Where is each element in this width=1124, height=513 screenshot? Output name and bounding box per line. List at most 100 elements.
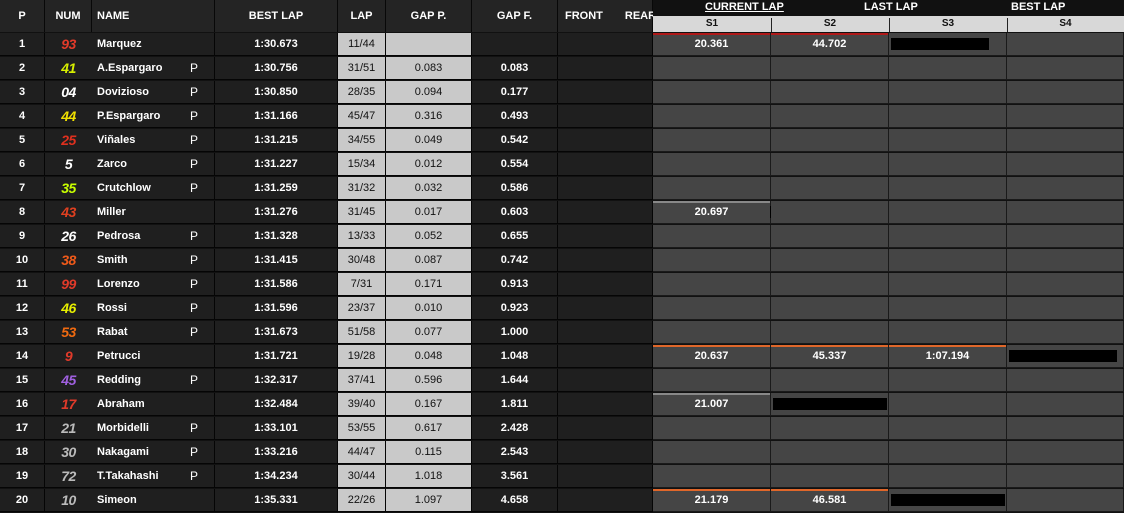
pit-indicator: P	[190, 177, 215, 200]
rider-name-cell[interactable]: Nakagami	[92, 441, 190, 464]
pit-indicator: P	[190, 105, 215, 128]
tyre-cell	[558, 177, 653, 200]
sector-4-cell	[1007, 489, 1124, 512]
header-name: NAME	[92, 0, 215, 32]
sector-3-cell	[889, 273, 1007, 296]
rider-name-cell[interactable]: Simeon	[92, 489, 190, 512]
rider-name-cell[interactable]: Abraham	[92, 393, 190, 416]
rider-name-cell[interactable]: Crutchlow	[92, 177, 190, 200]
table-row[interactable]: 9 26 Pedrosa P 1:31.328 13/33 0.052 0.655	[0, 225, 1124, 249]
lap-count-cell: 34/55	[338, 129, 386, 152]
sector-3-cell	[889, 393, 1007, 416]
tyre-cell	[558, 393, 653, 416]
lap-count-cell: 15/34	[338, 153, 386, 176]
table-row[interactable]: 17 21 Morbidelli P 1:33.101 53/55 0.617 2.428	[0, 417, 1124, 441]
table-row[interactable]: 18 30 Nakagami P 1:33.216 44/47 0.115 2.543	[0, 441, 1124, 465]
table-row[interactable]: 1 93 Marquez 1:30.673 11/44 20.361 44.702	[0, 33, 1124, 57]
sector-progress-line	[653, 393, 770, 395]
pit-indicator: P	[190, 465, 215, 488]
rider-name-cell[interactable]: Smith	[92, 249, 190, 272]
table-row[interactable]: 12 46 Rossi P 1:31.596 23/37 0.010 0.923	[0, 297, 1124, 321]
pit-indicator	[190, 33, 215, 56]
position-cell: 15	[0, 369, 45, 392]
position-cell: 10	[0, 249, 45, 272]
gap-first-cell: 1.048	[472, 345, 558, 368]
table-row[interactable]: 10 38 Smith P 1:31.415 30/48 0.087 0.742	[0, 249, 1124, 273]
rider-number-badge: 38	[45, 249, 92, 272]
rider-name-cell[interactable]: Morbidelli	[92, 417, 190, 440]
lap-count-cell: 7/31	[338, 273, 386, 296]
table-row[interactable]: 6 5 Zarco P 1:31.227 15/34 0.012 0.554	[0, 153, 1124, 177]
tyre-cell	[558, 297, 653, 320]
tab-best-lap[interactable]: BEST LAP	[1011, 1, 1065, 13]
table-row[interactable]: 15 45 Redding P 1:32.317 37/41 0.596 1.644	[0, 369, 1124, 393]
table-row[interactable]: 14 9 Petrucci 1:31.721 19/28 0.048 1.048 20.637…	[0, 345, 1124, 369]
header-rear: REAR	[624, 10, 657, 22]
rider-name-cell[interactable]: Rabat	[92, 321, 190, 344]
sector-2-cell	[771, 129, 889, 152]
rider-name-cell[interactable]: Rossi	[92, 297, 190, 320]
tyre-cell	[558, 57, 653, 80]
sector-4-cell	[1007, 297, 1124, 320]
pit-indicator: P	[190, 129, 215, 152]
table-row[interactable]: 7 35 Crutchlow P 1:31.259 31/32 0.032 0.586	[0, 177, 1124, 201]
position-cell: 11	[0, 273, 45, 296]
sector-progress-line	[653, 201, 770, 203]
tab-current-lap[interactable]: CURRENT LAP	[705, 1, 784, 13]
gap-first-cell: 0.177	[472, 81, 558, 104]
sector-progress-line	[771, 345, 888, 347]
best-lap-cell: 1:31.276	[215, 201, 338, 224]
rider-number-badge: 5	[45, 153, 92, 176]
table-row[interactable]: 8 43 Miller 1:31.276 31/45 0.017 0.603 20.697	[0, 201, 1124, 225]
table-row[interactable]: 16 17 Abraham 1:32.484 39/40 0.167 1.811 21.007	[0, 393, 1124, 417]
sector-4-cell	[1007, 249, 1124, 272]
sector-1-cell: 20.697	[653, 201, 773, 224]
rider-name-cell[interactable]: Viñales	[92, 129, 190, 152]
sector-2-cell: 45.337	[771, 345, 889, 368]
best-lap-cell: 1:35.331	[215, 489, 338, 512]
rider-name-cell[interactable]: Dovizioso	[92, 81, 190, 104]
table-row[interactable]: 20 10 Simeon 1:35.331 22/26 1.097 4.658 21.179 4…	[0, 489, 1124, 513]
tyre-cell	[558, 105, 653, 128]
rider-name-cell[interactable]: A.Espargaro	[92, 57, 190, 80]
sector-2-cell	[771, 441, 889, 464]
rider-name-cell[interactable]: P.Espargaro	[92, 105, 190, 128]
best-lap-cell: 1:31.415	[215, 249, 338, 272]
best-lap-cell: 1:32.317	[215, 369, 338, 392]
tyre-cell	[558, 465, 653, 488]
table-row[interactable]: 4 44 P.Espargaro P 1:31.166 45/47 0.316 0.493	[0, 105, 1124, 129]
table-row[interactable]: 19 72 T.Takahashi P 1:34.234 30/44 1.018 3.561	[0, 465, 1124, 489]
rider-name-cell[interactable]: Miller	[92, 201, 190, 224]
position-cell: 18	[0, 441, 45, 464]
best-lap-cell: 1:31.596	[215, 297, 338, 320]
gap-previous-cell: 0.094	[386, 81, 472, 104]
sector-3-cell	[889, 105, 1007, 128]
position-cell: 6	[0, 153, 45, 176]
rider-name-cell[interactable]: Zarco	[92, 153, 190, 176]
sector-1-cell	[653, 153, 771, 176]
rider-name-cell[interactable]: T.Takahashi	[92, 465, 190, 488]
tab-last-lap[interactable]: LAST LAP	[864, 1, 918, 13]
table-row[interactable]: 3 04 Dovizioso P 1:30.850 28/35 0.094 0.177	[0, 81, 1124, 105]
table-row[interactable]: 13 53 Rabat P 1:31.673 51/58 0.077 1.000	[0, 321, 1124, 345]
best-lap-cell: 1:31.259	[215, 177, 338, 200]
rider-name-cell[interactable]: Lorenzo	[92, 273, 190, 296]
rider-name-cell[interactable]: Pedrosa	[92, 225, 190, 248]
sector-4-cell	[1007, 201, 1124, 224]
position-cell: 1	[0, 33, 45, 56]
lap-count-cell: 45/47	[338, 105, 386, 128]
table-row[interactable]: 2 41 A.Espargaro P 1:30.756 31/51 0.083 0.083	[0, 57, 1124, 81]
live-timing-board: P NUM NAME BEST LAP LAP GAP P. GAP F. FR…	[0, 0, 1124, 513]
header-number: NUM	[45, 0, 92, 32]
best-lap-cell: 1:31.166	[215, 105, 338, 128]
rider-number-badge: 41	[45, 57, 92, 80]
sector-2-cell	[771, 105, 889, 128]
table-row[interactable]: 11 99 Lorenzo P 1:31.586 7/31 0.171 0.913	[0, 273, 1124, 297]
rider-name-cell[interactable]: Petrucci	[92, 345, 190, 368]
gap-first-cell: 0.923	[472, 297, 558, 320]
rider-name-cell[interactable]: Redding	[92, 369, 190, 392]
sector-1-cell	[653, 273, 771, 296]
rider-name-cell[interactable]: Marquez	[92, 33, 190, 56]
sector-2-cell	[771, 177, 889, 200]
table-row[interactable]: 5 25 Viñales P 1:31.215 34/55 0.049 0.542	[0, 129, 1124, 153]
